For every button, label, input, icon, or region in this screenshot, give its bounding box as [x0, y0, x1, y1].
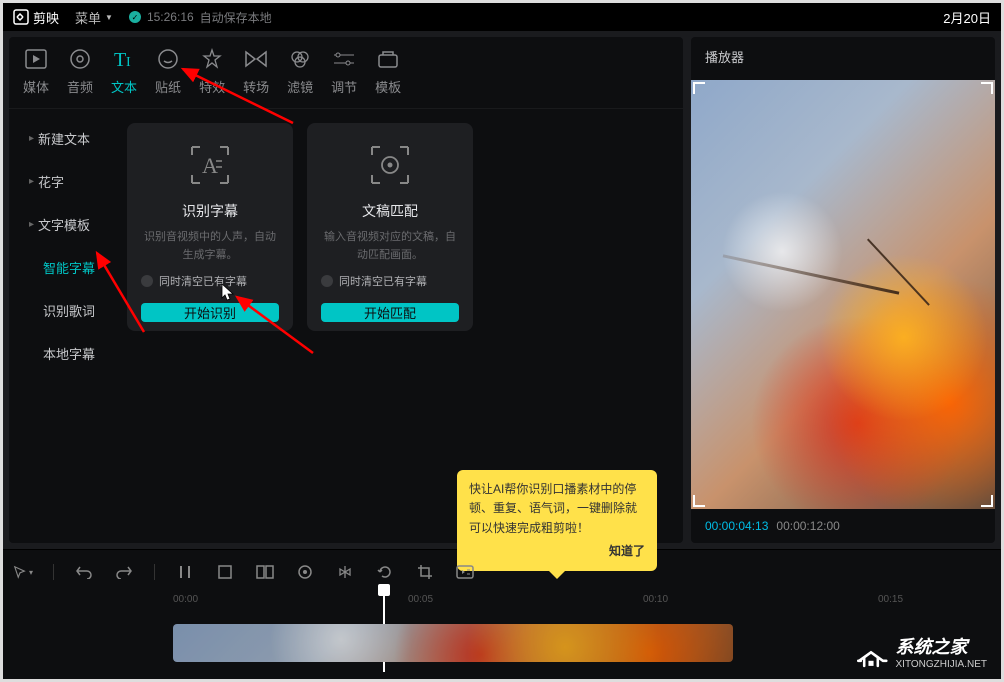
ai-tip-tooltip: 快让AI帮你识别口播素材中的停顿、重复、语气词，一键删除就可以快速完成粗剪啦！ … — [457, 470, 657, 571]
smart-cut-icon[interactable] — [455, 562, 475, 582]
text-sidebar: ▸ 新建文本 ▸ 花字 ▸ 文字模板 智能字幕 识别歌词 — [9, 109, 117, 543]
sidebar-item-lyrics[interactable]: 识别歌词 — [15, 291, 111, 330]
sticker-icon — [156, 47, 180, 71]
autosave-status: 15:26:16 自动保存本地 — [129, 9, 272, 26]
svg-text:A: A — [202, 153, 218, 178]
svg-text:T: T — [114, 49, 126, 70]
timeline-ruler[interactable]: 00:00 00:05 00:10 00:15 — [13, 594, 991, 618]
transition-icon — [244, 47, 268, 71]
subtitle-options: A 识别字幕 识别音视频中的人声，自动生成字幕。 同时清空已有字幕 开始识别 文 — [117, 109, 683, 543]
title-bar: 剪映 菜单 ▼ 15:26:16 自动保存本地 2月20日 — [3, 3, 1001, 31]
preview-panel: 播放器 00:00:04:13 00:00:12:00 — [691, 37, 995, 543]
sidebar-item-new-text[interactable]: ▸ 新建文本 — [15, 119, 111, 158]
freeze-icon[interactable] — [295, 562, 315, 582]
tooltip-text: 快让AI帮你识别口播素材中的停顿、重复、语气词，一键删除就可以快速完成粗剪啦！ — [469, 480, 645, 538]
tab-effect[interactable]: 特效 — [199, 47, 225, 96]
svg-text:I: I — [126, 55, 131, 70]
start-match-button[interactable]: 开始匹配 — [321, 303, 459, 322]
sidebar-item-local-subtitle[interactable]: 本地字幕 — [15, 334, 111, 373]
tab-filter[interactable]: 滤镜 — [287, 47, 313, 96]
checkbox-icon — [141, 275, 153, 287]
tab-audio[interactable]: 音频 — [67, 47, 93, 96]
split-icon[interactable] — [175, 562, 195, 582]
chevron-down-icon: ▼ — [105, 13, 113, 22]
ruler-mark: 00:15 — [878, 594, 903, 605]
ruler-mark: 00:10 — [643, 594, 668, 605]
audio-icon — [68, 47, 92, 71]
rotate-icon[interactable] — [375, 562, 395, 582]
adjust-icon — [332, 47, 356, 71]
card-description: 识别音视频中的人声，自动生成字幕。 — [141, 229, 279, 263]
check-icon — [129, 11, 141, 23]
card-script-match: 文稿匹配 输入音视频对应的文稿，自动匹配画面。 同时清空已有字幕 开始匹配 — [307, 123, 473, 331]
video-clip[interactable] — [173, 624, 733, 662]
undo-icon[interactable] — [74, 562, 94, 582]
crop-icon[interactable] — [415, 562, 435, 582]
template-icon — [376, 47, 400, 71]
start-recognize-button[interactable]: 开始识别 — [141, 303, 279, 322]
card-recognize-subtitle: A 识别字幕 识别音视频中的人声，自动生成字幕。 同时清空已有字幕 开始识别 — [127, 123, 293, 331]
preview-image — [691, 80, 995, 509]
tab-text[interactable]: TI 文本 — [111, 47, 137, 96]
chevron-right-icon: ▸ — [29, 133, 34, 144]
category-tabs: 媒体 音频 TI 文本 贴纸 特效 转场 — [9, 37, 683, 109]
preview-timecode: 00:00:04:13 00:00:12:00 — [691, 509, 995, 543]
effect-icon — [200, 47, 224, 71]
card-title: 识别字幕 — [182, 201, 238, 221]
checkbox-icon — [321, 275, 333, 287]
text-icon: TI — [112, 47, 136, 71]
filter-icon — [288, 47, 312, 71]
card-description: 输入音视频对应的文稿，自动匹配画面。 — [321, 229, 459, 263]
project-title[interactable]: 2月20日 — [943, 8, 991, 27]
menu-dropdown[interactable]: 菜单 ▼ — [75, 8, 113, 27]
sidebar-item-fancy-text[interactable]: ▸ 花字 — [15, 162, 111, 201]
ruler-mark: 00:05 — [408, 594, 433, 605]
sidebar-item-text-template[interactable]: ▸ 文字模板 — [15, 205, 111, 244]
ruler-mark: 00:00 — [173, 594, 198, 605]
app-logo: 剪映 — [13, 8, 59, 27]
preview-header: 播放器 — [691, 37, 995, 76]
pointer-tool-icon[interactable]: ▾ — [13, 562, 33, 582]
delete-right-icon[interactable] — [255, 562, 275, 582]
watermark: 系统之家 XITONGZHIJIA.NET — [854, 637, 988, 671]
tab-template[interactable]: 模板 — [375, 47, 401, 96]
tab-media[interactable]: 媒体 — [23, 47, 49, 96]
card-title: 文稿匹配 — [362, 201, 418, 221]
current-time: 00:00:04:13 — [705, 519, 768, 533]
tab-transition[interactable]: 转场 — [243, 47, 269, 96]
tooltip-dismiss-button[interactable]: 知道了 — [469, 542, 645, 561]
mirror-icon[interactable] — [335, 562, 355, 582]
redo-icon[interactable] — [114, 562, 134, 582]
clear-existing-checkbox[interactable]: 同时清空已有字幕 — [321, 273, 427, 289]
watermark-title: 系统之家 — [896, 637, 988, 659]
watermark-url: XITONGZHIJIA.NET — [896, 659, 988, 671]
asset-panel: 媒体 音频 TI 文本 贴纸 特效 转场 — [9, 37, 683, 543]
delete-left-icon[interactable] — [215, 562, 235, 582]
app-name: 剪映 — [33, 8, 59, 27]
timeline-tracks[interactable] — [13, 618, 991, 668]
sidebar-item-smart-subtitle[interactable]: 智能字幕 — [15, 248, 111, 287]
script-match-icon — [365, 143, 415, 187]
chevron-right-icon: ▸ — [29, 219, 34, 230]
chevron-right-icon: ▸ — [29, 176, 34, 187]
clear-existing-checkbox[interactable]: 同时清空已有字幕 — [141, 273, 247, 289]
subtitle-recognize-icon: A — [185, 143, 235, 187]
tab-sticker[interactable]: 贴纸 — [155, 47, 181, 96]
preview-canvas[interactable] — [691, 80, 995, 509]
total-time: 00:00:12:00 — [776, 519, 839, 533]
media-icon — [24, 47, 48, 71]
watermark-logo-icon — [854, 637, 888, 671]
tab-adjust[interactable]: 调节 — [331, 47, 357, 96]
